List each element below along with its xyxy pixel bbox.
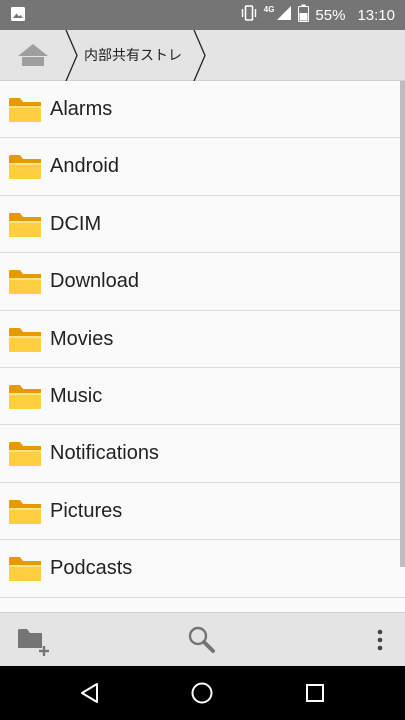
folder-name: Podcasts [50,557,133,580]
home-circle-icon [191,682,213,704]
battery-icon [298,4,310,26]
search-button[interactable] [178,613,226,667]
folder-icon [9,557,41,582]
folder-icon [9,327,41,352]
folder-name: Movies [50,327,114,350]
breadcrumb-current[interactable]: 内部共有ストレ [84,45,194,67]
folder-name: DCIM [50,212,102,235]
list-item[interactable]: Music [0,368,405,426]
status-bar: 4G 55% 13:10 [0,0,405,30]
more-options-button[interactable] [365,613,395,667]
back-button[interactable] [60,666,120,720]
recents-button[interactable] [285,666,345,720]
list-item[interactable]: Android [0,138,405,196]
new-folder-icon [18,629,49,656]
vibrate-icon [240,4,258,26]
back-icon [81,683,98,703]
search-icon [188,626,215,653]
folder-icon [9,499,41,524]
scrollbar[interactable] [400,81,405,567]
folder-icon [9,98,41,122]
breadcrumb-separator [193,30,206,81]
folder-list[interactable]: Alarms Android DCIM Download Movies Musi… [0,81,405,611]
folder-name: Music [50,384,103,407]
home-icon [18,44,48,66]
home-button[interactable] [172,666,232,720]
breadcrumb-separator [65,30,78,81]
network-type-label: 4G [263,4,275,14]
folder-name: Pictures [50,499,123,522]
folder-name: Notifications [50,442,159,465]
list-item[interactable]: Notifications [0,425,405,483]
image-notification-icon [10,6,26,26]
list-item[interactable]: Podcasts [0,540,405,598]
clock: 13:10 [357,6,395,24]
breadcrumb-home[interactable] [0,30,66,81]
list-item[interactable]: Movies [0,311,405,368]
folder-icon [9,155,41,180]
new-folder-button[interactable] [10,613,58,667]
list-item[interactable]: Download [0,253,405,311]
folder-name: Download [50,270,139,293]
folder-icon [9,212,41,237]
breadcrumb: 内部共有ストレ [0,30,405,81]
folder-icon [9,270,41,295]
battery-percent: 55% [315,6,346,24]
more-vert-icon [377,629,383,651]
navigation-bar [0,666,405,720]
signal-icon [276,5,292,25]
folder-name: Android [50,155,119,178]
folder-icon [9,442,41,467]
list-item[interactable]: DCIM [0,196,405,254]
bottom-toolbar [0,612,405,666]
recents-icon [306,684,324,702]
list-item[interactable]: Alarms [0,81,405,139]
folder-icon [9,384,41,409]
folder-name: Alarms [50,98,113,120]
list-item[interactable]: Pictures [0,483,405,541]
